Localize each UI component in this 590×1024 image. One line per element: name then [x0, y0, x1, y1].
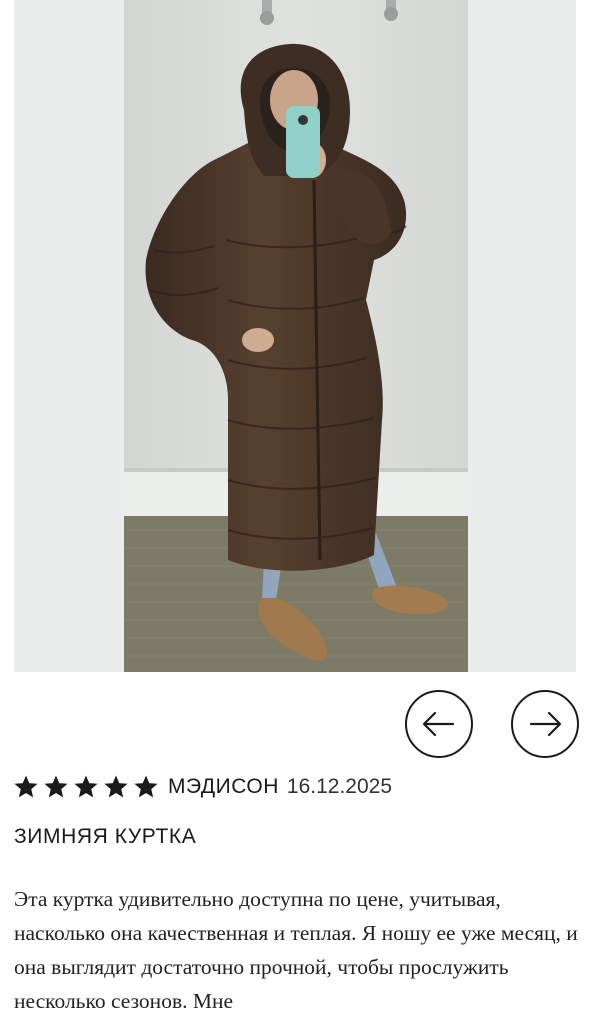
arrow-right-icon [529, 711, 562, 737]
review-meta: МЭДИСОН 16.12.2025 [14, 770, 392, 804]
star-icon [44, 775, 68, 798]
review-author: МЭДИСОН [168, 775, 279, 798]
review-body: Эта куртка удивительно доступна по цене,… [14, 887, 578, 1013]
review-date: 16.12.2025 [286, 775, 393, 798]
review-photo[interactable] [14, 0, 576, 672]
next-photo-button[interactable] [511, 690, 579, 758]
star-icon [74, 775, 98, 798]
previous-photo-button[interactable] [405, 690, 473, 758]
star-icon [104, 775, 128, 798]
star-icon [14, 775, 38, 798]
review-title: ЗИМНЯЯ КУРТКА [14, 825, 197, 848]
star-icon [134, 775, 158, 798]
coat-photo-illustration [14, 0, 576, 672]
arrow-left-icon [422, 711, 455, 737]
star-rating [14, 775, 158, 799]
